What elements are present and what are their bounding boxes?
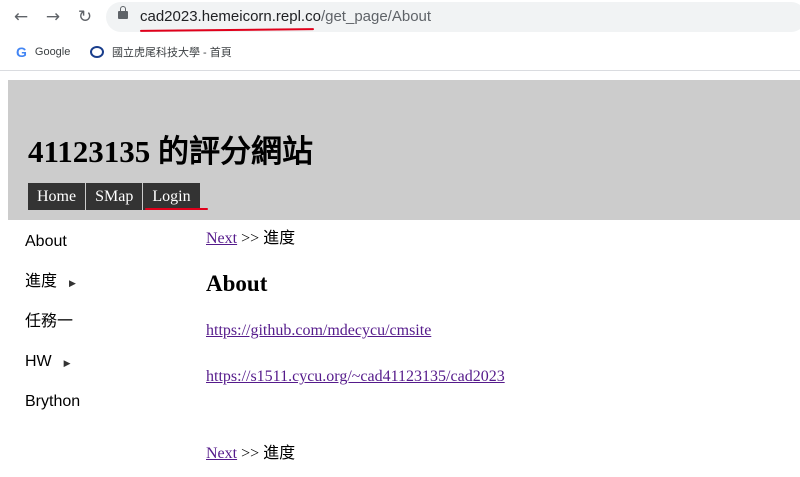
sidebar-item-hw[interactable]: HW ▶ bbox=[25, 348, 185, 388]
sidebar-item-label: Brython bbox=[25, 393, 81, 410]
sidebar-item-label: About bbox=[25, 233, 67, 250]
next-target-label: 進度 bbox=[263, 230, 296, 247]
browser-toolbar: ← → ↻ cad2023.hemeicorn.repl.co/get_page… bbox=[0, 0, 800, 34]
sidebar-item-about[interactable]: About bbox=[25, 228, 185, 268]
back-arrow-icon[interactable]: ← bbox=[10, 6, 32, 28]
bookmark-label: 國立虎尾科技大學 - 首頁 bbox=[112, 47, 232, 59]
forward-arrow-icon[interactable]: → bbox=[42, 6, 64, 28]
top-menu: Home SMap Login bbox=[28, 183, 200, 210]
login-annotation-underline bbox=[145, 208, 208, 210]
address-bar[interactable]: cad2023.hemeicorn.repl.co/get_page/About bbox=[106, 2, 800, 32]
next-link[interactable]: Next bbox=[206, 445, 237, 462]
reload-icon[interactable]: ↻ bbox=[74, 6, 96, 28]
bookmark-school[interactable]: 國立虎尾科技大學 - 首頁 bbox=[90, 44, 232, 60]
bookmark-label: Google bbox=[34, 46, 71, 58]
sidebar-item-task1[interactable]: 任務一 bbox=[25, 308, 185, 348]
submenu-caret-icon: ▶ bbox=[69, 278, 76, 288]
menu-item-home[interactable]: Home bbox=[28, 183, 87, 210]
bookmarks-bar: G Google 國立虎尾科技大學 - 首頁 bbox=[0, 34, 800, 71]
nav-separator: >> bbox=[241, 445, 260, 462]
lock-icon bbox=[118, 6, 128, 19]
sidebar-item-brython[interactable]: Brython bbox=[25, 388, 185, 428]
page-nav-top: Next >> 進度 bbox=[206, 224, 786, 248]
sidebar-item-progress[interactable]: 進度 ▶ bbox=[25, 268, 185, 308]
menu-item-smap[interactable]: SMap bbox=[86, 183, 144, 210]
bookmark-google[interactable]: G Google bbox=[16, 44, 70, 60]
nav-separator: >> bbox=[241, 230, 260, 247]
sidebar-item-label: 進度 bbox=[25, 273, 58, 290]
next-target-label: 進度 bbox=[263, 445, 296, 462]
submenu-caret-icon: ▶ bbox=[63, 358, 71, 368]
menu-item-login[interactable]: Login bbox=[143, 183, 200, 210]
sidebar-item-label: HW bbox=[25, 353, 52, 370]
site-link[interactable]: https://s1511.cycu.org/~cad41123135/cad2… bbox=[206, 368, 505, 386]
next-link[interactable]: Next bbox=[206, 230, 237, 247]
page-heading: About bbox=[206, 271, 268, 296]
url-text: cad2023.hemeicorn.repl.co/get_page/About bbox=[140, 8, 431, 25]
page-nav-bottom: Next >> 進度 bbox=[206, 439, 295, 463]
main-content: Next >> 進度 About https://github.com/mdec… bbox=[206, 224, 786, 462]
url-host: cad2023.hemeicorn.repl.co bbox=[140, 8, 321, 25]
url-path: /get_page/About bbox=[320, 8, 432, 25]
github-link[interactable]: https://github.com/mdecycu/cmsite bbox=[206, 322, 431, 340]
school-logo-icon bbox=[90, 46, 104, 58]
site-header: 41123135 的評分網站 Home SMap Login bbox=[8, 80, 800, 220]
sidebar-nav: About 進度 ▶ 任務一 HW ▶ Brython bbox=[25, 228, 185, 428]
google-icon: G bbox=[16, 44, 27, 60]
site-title: 41123135 的評分網站 bbox=[28, 134, 314, 169]
sidebar-item-label: 任務一 bbox=[25, 313, 74, 330]
